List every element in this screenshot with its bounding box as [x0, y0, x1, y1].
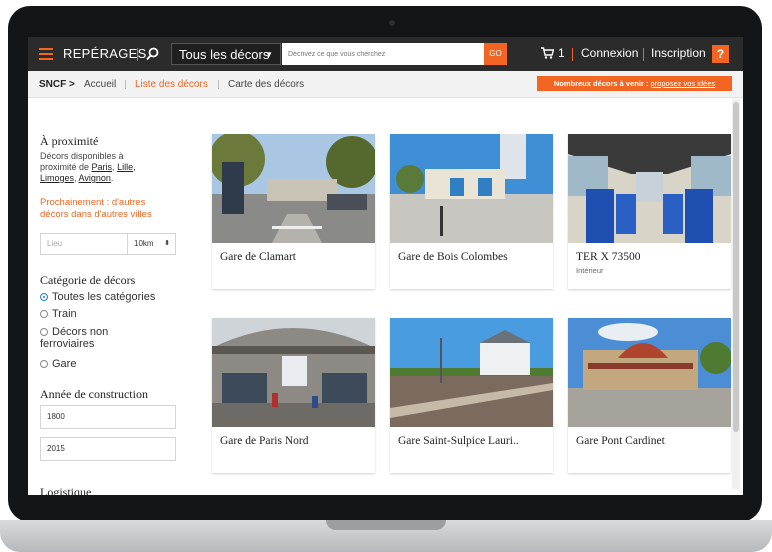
station-photo: [212, 318, 375, 427]
divider: [643, 48, 644, 61]
card-title: Gare Saint-Sulpice Lauri..: [398, 435, 519, 447]
search-input[interactable]: [282, 43, 484, 65]
card-title: Gare de Bois Colombes: [398, 251, 508, 263]
signup-link[interactable]: Inscription: [651, 46, 706, 60]
logistics-title: Logistique: [40, 485, 92, 495]
decor-card[interactable]: Gare de Clamart: [212, 134, 375, 289]
cart-icon[interactable]: [541, 47, 554, 59]
category-radio-station[interactable]: Gare: [40, 358, 76, 370]
station-photo: [390, 318, 553, 427]
radio-label: Train: [52, 308, 77, 320]
radio-icon: [40, 310, 48, 318]
category-radio-non-rail[interactable]: Décors non ferroviaires: [40, 326, 135, 350]
decor-type-value: Tous les décors: [179, 47, 270, 62]
location-input[interactable]: Lieu: [40, 233, 128, 255]
year-from-input[interactable]: 1800: [40, 405, 176, 429]
card-title: Gare de Paris Nord: [220, 435, 309, 447]
divider: [125, 80, 126, 89]
decor-card[interactable]: Gare de Bois Colombes: [390, 134, 553, 289]
radio-label: Toutes les catégories: [52, 291, 156, 303]
help-button[interactable]: ?: [712, 45, 729, 63]
category-title: Catégorie de décors: [40, 273, 136, 287]
year-to-input[interactable]: 2015: [40, 437, 176, 461]
station-photo: [568, 318, 731, 427]
hamburger-menu-icon[interactable]: [39, 48, 53, 60]
search-icon[interactable]: [146, 47, 159, 61]
webcam: [389, 20, 395, 26]
breadcrumb-decor-list[interactable]: Liste des décors: [135, 79, 208, 90]
divider: [572, 48, 573, 61]
breadcrumb: SNCF > Accueil Liste des décors Carte de…: [28, 71, 743, 98]
decor-card[interactable]: Gare Pont Cardinet: [568, 318, 731, 473]
decor-card[interactable]: TER X 73500 Intérieur: [568, 134, 731, 289]
city-link-lille[interactable]: Lille: [117, 162, 133, 172]
radio-icon: [40, 328, 48, 336]
station-photo: [212, 134, 375, 243]
decor-card[interactable]: Gare de Paris Nord: [212, 318, 375, 473]
login-link[interactable]: Connexion: [581, 46, 638, 60]
train-interior-photo: [568, 134, 731, 243]
breadcrumb-home[interactable]: Accueil: [84, 79, 116, 90]
nearby-title: À proximité: [40, 134, 99, 148]
brand-logo[interactable]: REPÉRAGES: [63, 46, 147, 61]
station-photo: [390, 134, 553, 243]
page-scrollbar-thumb[interactable]: [733, 102, 739, 432]
category-radio-train[interactable]: Train: [40, 308, 77, 320]
card-title: Gare de Clamart: [220, 251, 296, 263]
laptop-notch: [326, 520, 446, 530]
search-go-button[interactable]: GO: [484, 43, 507, 65]
city-link-paris[interactable]: Paris: [92, 162, 113, 172]
radius-select[interactable]: 10km ⬍: [127, 233, 176, 255]
radio-label: Décors non ferroviaires: [40, 326, 109, 350]
radius-value: 10km: [134, 239, 154, 248]
decor-type-dropdown[interactable]: Tous les décors ▼: [171, 43, 281, 65]
radio-selected-icon: [40, 293, 48, 301]
city-link-limoges[interactable]: Limoges: [40, 173, 74, 183]
select-arrows-icon: ⬍: [164, 240, 170, 247]
promo-banner: Nombreux décors à venir : proposez vos i…: [537, 76, 732, 91]
promo-text: Nombreux décors à venir :: [553, 79, 651, 88]
browser-screen: REPÉRAGES Tous les décors ▼ GO 1 Connexi…: [28, 37, 743, 495]
propose-ideas-link[interactable]: proposez vos idées: [651, 79, 716, 88]
breadcrumb-decor-map[interactable]: Carte des décors: [228, 79, 304, 90]
decor-card[interactable]: Gare Saint-Sulpice Lauri..: [390, 318, 553, 473]
breadcrumb-sncf[interactable]: SNCF >: [39, 79, 75, 90]
top-navbar: REPÉRAGES Tous les décors ▼ GO 1 Connexi…: [28, 37, 743, 71]
card-title: TER X 73500: [576, 251, 641, 263]
divider: [218, 80, 219, 89]
cart-count[interactable]: 1: [558, 46, 565, 60]
caret-down-icon: ▼: [265, 50, 273, 59]
radio-label: Gare: [52, 358, 77, 370]
nearby-description: Décors disponibles à proximité de Paris,…: [40, 151, 136, 183]
city-link-avignon[interactable]: Avignon: [79, 173, 111, 183]
category-radio-all[interactable]: Toutes les catégories: [40, 291, 155, 303]
card-subtitle: Intérieur: [576, 266, 604, 275]
radio-icon: [40, 360, 48, 368]
card-title: Gare Pont Cardinet: [576, 435, 665, 447]
divider: [137, 48, 138, 61]
year-title: Année de construction: [40, 387, 148, 401]
coming-soon-text: Prochainement : d'autres décors dans d'a…: [40, 197, 152, 220]
